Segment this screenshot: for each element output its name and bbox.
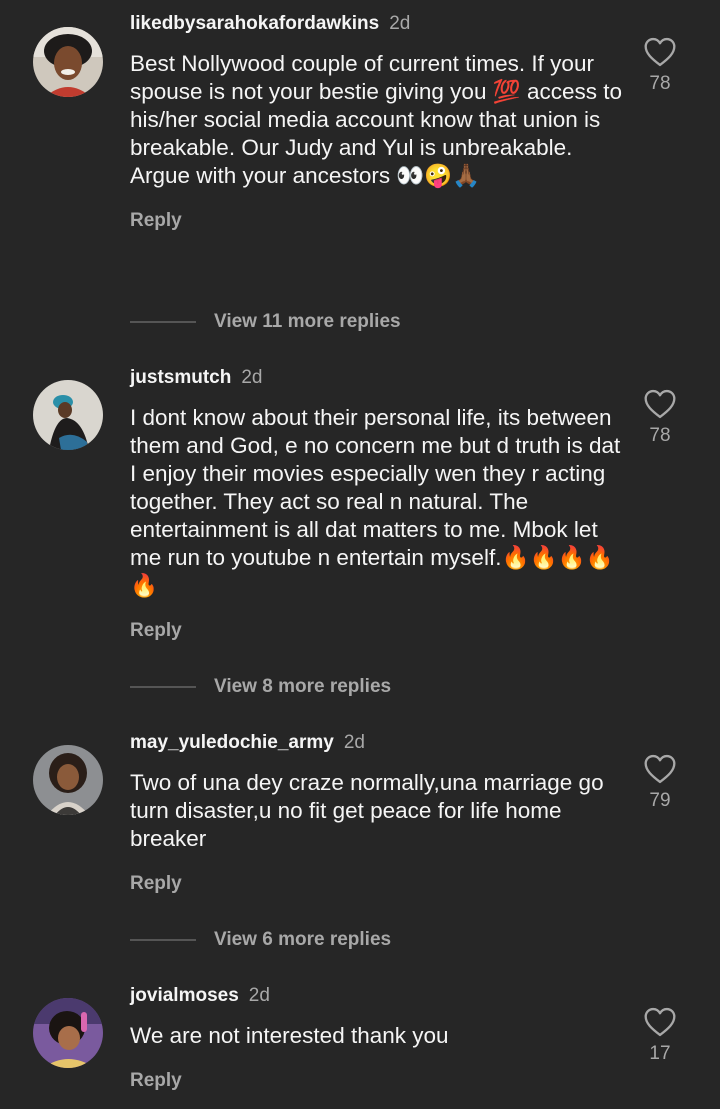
like-count: 78 [649,73,671,94]
like-count: 17 [649,1043,671,1064]
view-more-replies-button[interactable]: View 6 more replies [130,928,391,952]
comment-text: Best Nollywood couple of current times. … [130,51,623,188]
comment-text: I dont know about their personal life, i… [130,405,621,598]
username-link[interactable]: justsmutch [130,367,231,388]
comment-meta: likedbysarahokafordawkins 2d [130,12,625,36]
avatar[interactable] [33,380,103,450]
timestamp: 2d [389,13,411,34]
heart-outline-icon[interactable] [643,389,677,419]
view-replies-label: View 6 more replies [214,929,392,950]
like-area: 79 [638,754,682,812]
view-more-replies-button[interactable]: View 11 more replies [130,310,401,334]
username-link[interactable]: likedbysarahokafordawkins [130,13,379,34]
timestamp: 2d [248,985,270,1006]
username-link[interactable]: may_yuledochie_army [130,732,334,753]
reply-button[interactable]: Reply [130,210,625,232]
view-replies-label: View 8 more replies [214,676,392,697]
reply-button[interactable]: Reply [130,873,625,895]
like-area: 17 [638,1007,682,1065]
timestamp: 2d [241,367,263,388]
comment-meta: justsmutch 2d [130,366,625,390]
like-area: 78 [638,389,682,447]
username-link[interactable]: jovialmoses [130,985,239,1006]
replies-divider [130,939,196,941]
like-count: 79 [649,790,671,811]
view-replies-label: View 11 more replies [214,311,401,332]
replies-divider [130,686,196,688]
comment-text: Two of una dey craze normally,una marria… [130,770,604,851]
timestamp: 2d [343,732,365,753]
avatar[interactable] [33,998,103,1068]
heart-outline-icon[interactable] [643,37,677,67]
view-more-replies-button[interactable]: View 8 more replies [130,675,391,699]
replies-divider [130,321,196,323]
avatar[interactable] [33,27,103,97]
like-area: 78 [638,37,682,95]
reply-button[interactable]: Reply [130,1070,625,1092]
like-count: 78 [649,425,671,446]
avatar[interactable] [33,745,103,815]
heart-outline-icon[interactable] [643,1007,677,1037]
heart-outline-icon[interactable] [643,754,677,784]
comment-meta: may_yuledochie_army 2d [130,731,625,755]
comment-text: We are not interested thank you [130,1023,449,1048]
comment-meta: jovialmoses 2d [130,984,625,1008]
reply-button[interactable]: Reply [130,620,625,642]
